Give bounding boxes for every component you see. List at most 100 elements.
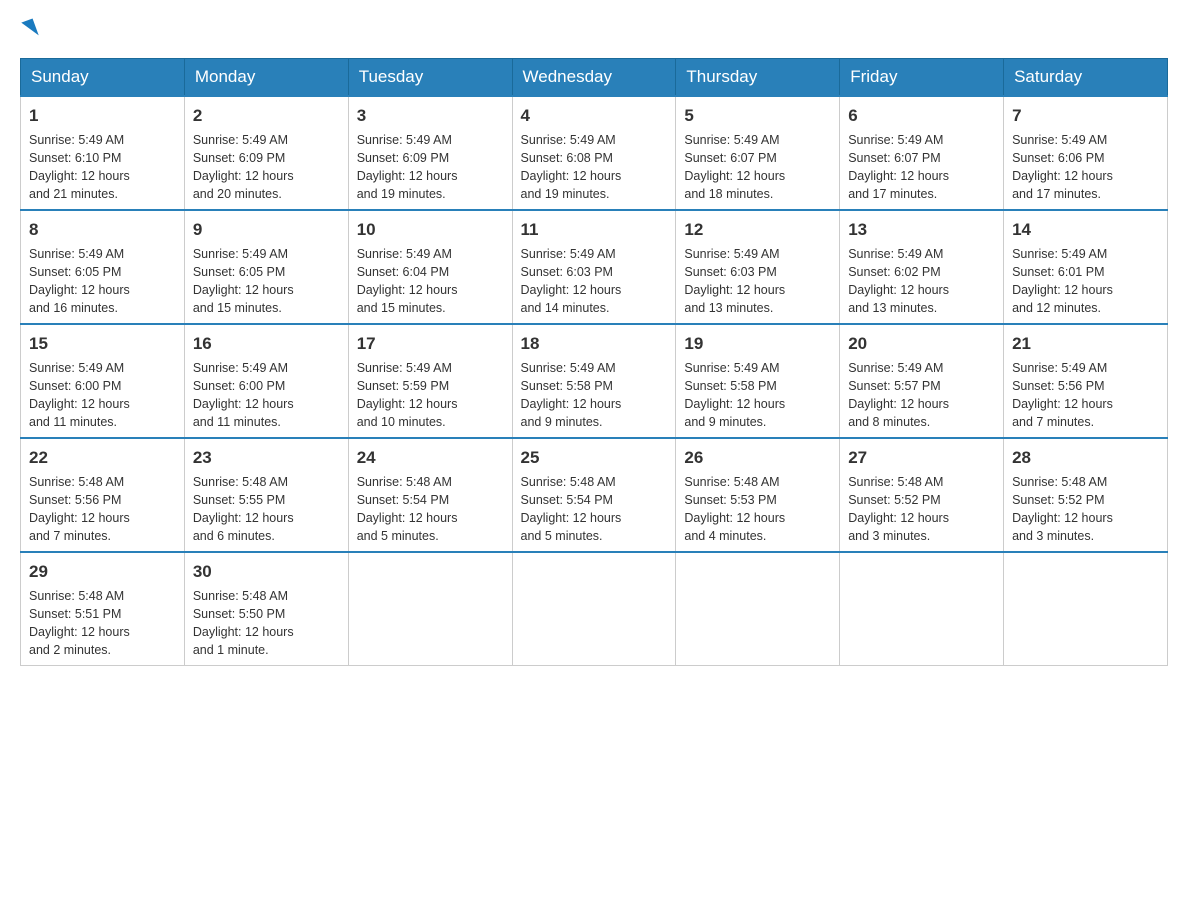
- day-info: Sunrise: 5:49 AMSunset: 5:59 PMDaylight:…: [357, 359, 504, 432]
- day-info: Sunrise: 5:49 AMSunset: 5:58 PMDaylight:…: [684, 359, 831, 432]
- day-number: 12: [684, 217, 831, 243]
- day-number: 26: [684, 445, 831, 471]
- week-row-4: 22Sunrise: 5:48 AMSunset: 5:56 PMDayligh…: [21, 438, 1168, 552]
- weekday-header-sunday: Sunday: [21, 59, 185, 97]
- day-info: Sunrise: 5:49 AMSunset: 6:00 PMDaylight:…: [193, 359, 340, 432]
- logo-triangle-icon: [21, 18, 38, 39]
- calendar-cell: 9Sunrise: 5:49 AMSunset: 6:05 PMDaylight…: [184, 210, 348, 324]
- calendar-table: SundayMondayTuesdayWednesdayThursdayFrid…: [20, 58, 1168, 666]
- weekday-header-saturday: Saturday: [1004, 59, 1168, 97]
- day-info: Sunrise: 5:49 AMSunset: 6:07 PMDaylight:…: [684, 131, 831, 204]
- calendar-cell: 15Sunrise: 5:49 AMSunset: 6:00 PMDayligh…: [21, 324, 185, 438]
- day-number: 7: [1012, 103, 1159, 129]
- calendar-cell: 7Sunrise: 5:49 AMSunset: 6:06 PMDaylight…: [1004, 96, 1168, 210]
- day-number: 29: [29, 559, 176, 585]
- day-info: Sunrise: 5:48 AMSunset: 5:56 PMDaylight:…: [29, 473, 176, 546]
- calendar-cell: 6Sunrise: 5:49 AMSunset: 6:07 PMDaylight…: [840, 96, 1004, 210]
- day-number: 30: [193, 559, 340, 585]
- calendar-cell: [1004, 552, 1168, 666]
- week-row-3: 15Sunrise: 5:49 AMSunset: 6:00 PMDayligh…: [21, 324, 1168, 438]
- weekday-header-tuesday: Tuesday: [348, 59, 512, 97]
- calendar-cell: 3Sunrise: 5:49 AMSunset: 6:09 PMDaylight…: [348, 96, 512, 210]
- day-number: 5: [684, 103, 831, 129]
- day-info: Sunrise: 5:49 AMSunset: 6:05 PMDaylight:…: [29, 245, 176, 318]
- calendar-cell: 13Sunrise: 5:49 AMSunset: 6:02 PMDayligh…: [840, 210, 1004, 324]
- day-number: 19: [684, 331, 831, 357]
- weekday-header-thursday: Thursday: [676, 59, 840, 97]
- day-info: Sunrise: 5:49 AMSunset: 6:00 PMDaylight:…: [29, 359, 176, 432]
- day-info: Sunrise: 5:49 AMSunset: 6:10 PMDaylight:…: [29, 131, 176, 204]
- calendar-cell: 2Sunrise: 5:49 AMSunset: 6:09 PMDaylight…: [184, 96, 348, 210]
- day-info: Sunrise: 5:48 AMSunset: 5:50 PMDaylight:…: [193, 587, 340, 660]
- day-info: Sunrise: 5:48 AMSunset: 5:54 PMDaylight:…: [357, 473, 504, 546]
- day-info: Sunrise: 5:49 AMSunset: 5:56 PMDaylight:…: [1012, 359, 1159, 432]
- calendar-cell: 20Sunrise: 5:49 AMSunset: 5:57 PMDayligh…: [840, 324, 1004, 438]
- day-info: Sunrise: 5:49 AMSunset: 6:06 PMDaylight:…: [1012, 131, 1159, 204]
- day-info: Sunrise: 5:49 AMSunset: 5:58 PMDaylight:…: [521, 359, 668, 432]
- calendar-cell: 4Sunrise: 5:49 AMSunset: 6:08 PMDaylight…: [512, 96, 676, 210]
- day-info: Sunrise: 5:49 AMSunset: 5:57 PMDaylight:…: [848, 359, 995, 432]
- day-number: 11: [521, 217, 668, 243]
- day-info: Sunrise: 5:49 AMSunset: 6:03 PMDaylight:…: [684, 245, 831, 318]
- logo-blue-text: [20, 20, 36, 38]
- day-number: 14: [1012, 217, 1159, 243]
- calendar-cell: 21Sunrise: 5:49 AMSunset: 5:56 PMDayligh…: [1004, 324, 1168, 438]
- calendar-cell: 29Sunrise: 5:48 AMSunset: 5:51 PMDayligh…: [21, 552, 185, 666]
- day-info: Sunrise: 5:48 AMSunset: 5:53 PMDaylight:…: [684, 473, 831, 546]
- weekday-header-row: SundayMondayTuesdayWednesdayThursdayFrid…: [21, 59, 1168, 97]
- calendar-cell: 14Sunrise: 5:49 AMSunset: 6:01 PMDayligh…: [1004, 210, 1168, 324]
- day-info: Sunrise: 5:49 AMSunset: 6:03 PMDaylight:…: [521, 245, 668, 318]
- calendar-cell: [512, 552, 676, 666]
- calendar-cell: 16Sunrise: 5:49 AMSunset: 6:00 PMDayligh…: [184, 324, 348, 438]
- calendar-cell: 25Sunrise: 5:48 AMSunset: 5:54 PMDayligh…: [512, 438, 676, 552]
- weekday-header-wednesday: Wednesday: [512, 59, 676, 97]
- calendar-cell: [348, 552, 512, 666]
- day-number: 24: [357, 445, 504, 471]
- day-number: 15: [29, 331, 176, 357]
- calendar-cell: 12Sunrise: 5:49 AMSunset: 6:03 PMDayligh…: [676, 210, 840, 324]
- calendar-cell: 10Sunrise: 5:49 AMSunset: 6:04 PMDayligh…: [348, 210, 512, 324]
- day-number: 4: [521, 103, 668, 129]
- day-info: Sunrise: 5:49 AMSunset: 6:09 PMDaylight:…: [357, 131, 504, 204]
- day-info: Sunrise: 5:48 AMSunset: 5:55 PMDaylight:…: [193, 473, 340, 546]
- calendar-cell: 27Sunrise: 5:48 AMSunset: 5:52 PMDayligh…: [840, 438, 1004, 552]
- day-number: 2: [193, 103, 340, 129]
- day-info: Sunrise: 5:48 AMSunset: 5:52 PMDaylight:…: [1012, 473, 1159, 546]
- calendar-cell: 24Sunrise: 5:48 AMSunset: 5:54 PMDayligh…: [348, 438, 512, 552]
- calendar-cell: 19Sunrise: 5:49 AMSunset: 5:58 PMDayligh…: [676, 324, 840, 438]
- calendar-cell: [676, 552, 840, 666]
- calendar-cell: 18Sunrise: 5:49 AMSunset: 5:58 PMDayligh…: [512, 324, 676, 438]
- calendar-cell: 26Sunrise: 5:48 AMSunset: 5:53 PMDayligh…: [676, 438, 840, 552]
- week-row-2: 8Sunrise: 5:49 AMSunset: 6:05 PMDaylight…: [21, 210, 1168, 324]
- day-number: 6: [848, 103, 995, 129]
- day-number: 18: [521, 331, 668, 357]
- day-number: 16: [193, 331, 340, 357]
- day-number: 27: [848, 445, 995, 471]
- day-number: 22: [29, 445, 176, 471]
- day-number: 9: [193, 217, 340, 243]
- calendar-cell: 30Sunrise: 5:48 AMSunset: 5:50 PMDayligh…: [184, 552, 348, 666]
- day-number: 28: [1012, 445, 1159, 471]
- logo: [20, 20, 36, 38]
- calendar-cell: 17Sunrise: 5:49 AMSunset: 5:59 PMDayligh…: [348, 324, 512, 438]
- day-info: Sunrise: 5:48 AMSunset: 5:51 PMDaylight:…: [29, 587, 176, 660]
- day-number: 10: [357, 217, 504, 243]
- day-info: Sunrise: 5:48 AMSunset: 5:52 PMDaylight:…: [848, 473, 995, 546]
- day-info: Sunrise: 5:49 AMSunset: 6:07 PMDaylight:…: [848, 131, 995, 204]
- day-number: 20: [848, 331, 995, 357]
- page-header: [20, 20, 1168, 38]
- day-info: Sunrise: 5:48 AMSunset: 5:54 PMDaylight:…: [521, 473, 668, 546]
- calendar-cell: [840, 552, 1004, 666]
- day-info: Sunrise: 5:49 AMSunset: 6:08 PMDaylight:…: [521, 131, 668, 204]
- day-number: 17: [357, 331, 504, 357]
- day-number: 23: [193, 445, 340, 471]
- calendar-cell: 23Sunrise: 5:48 AMSunset: 5:55 PMDayligh…: [184, 438, 348, 552]
- calendar-cell: 5Sunrise: 5:49 AMSunset: 6:07 PMDaylight…: [676, 96, 840, 210]
- day-info: Sunrise: 5:49 AMSunset: 6:02 PMDaylight:…: [848, 245, 995, 318]
- weekday-header-friday: Friday: [840, 59, 1004, 97]
- calendar-cell: 28Sunrise: 5:48 AMSunset: 5:52 PMDayligh…: [1004, 438, 1168, 552]
- week-row-1: 1Sunrise: 5:49 AMSunset: 6:10 PMDaylight…: [21, 96, 1168, 210]
- day-number: 13: [848, 217, 995, 243]
- weekday-header-monday: Monday: [184, 59, 348, 97]
- day-number: 8: [29, 217, 176, 243]
